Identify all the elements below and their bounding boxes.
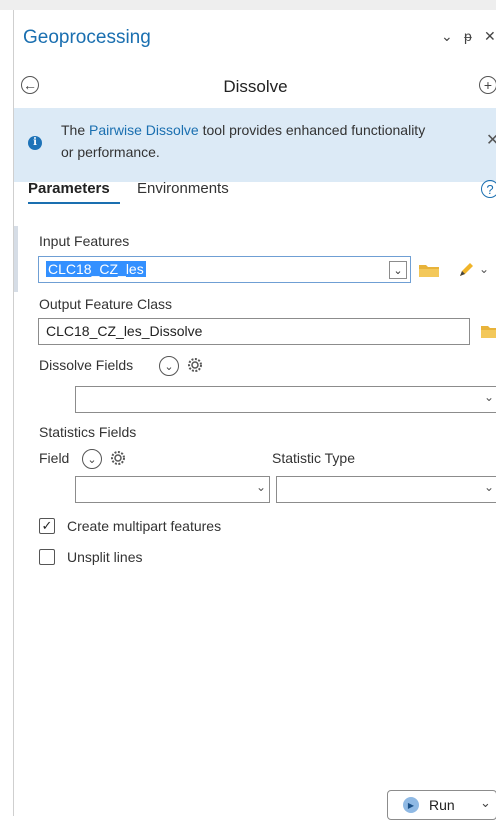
run-play-icon: ▶ xyxy=(403,797,419,813)
input-features-field[interactable]: CLC18_CZ_les xyxy=(38,256,411,283)
field-label: Field xyxy=(39,450,70,466)
pane-options-chevron-icon[interactable]: ⌄ xyxy=(441,28,453,45)
banner-text-before: The xyxy=(61,122,90,138)
play-glyph: ▶ xyxy=(407,800,415,810)
input-features-value: CLC18_CZ_les xyxy=(46,261,146,277)
field-select[interactable] xyxy=(75,476,270,503)
field-expand-button[interactable]: ⌄ xyxy=(82,449,102,469)
input-features-label: Input Features xyxy=(39,233,130,249)
dissolve-fields-gear-icon[interactable] xyxy=(185,355,205,375)
dissolve-fields-expand-button[interactable]: ⌄ xyxy=(159,356,179,376)
pairwise-dissolve-link[interactable]: Pairwise Dissolve xyxy=(89,122,199,138)
pencil-icon[interactable] xyxy=(457,261,475,279)
top-strip xyxy=(0,0,496,10)
pencil-menu-chevron-icon[interactable]: ⌄ xyxy=(479,262,489,276)
pin-icon[interactable]: ᵽ xyxy=(464,28,472,44)
tab-parameters[interactable]: Parameters xyxy=(28,180,110,197)
create-multipart-checkbox[interactable]: ✓ xyxy=(39,518,55,534)
chevron-down-icon: ⌄ xyxy=(164,360,174,373)
statistic-type-select[interactable] xyxy=(276,476,496,503)
statistics-fields-label: Statistics Fields xyxy=(39,424,137,440)
dissolve-fields-chevron-icon: ⌄ xyxy=(484,390,495,404)
active-parameter-indicator xyxy=(14,226,18,292)
info-icon: i xyxy=(28,136,42,150)
chevron-down-icon: ⌄ xyxy=(87,453,97,466)
field-gear-icon[interactable] xyxy=(108,448,128,468)
run-label: Run xyxy=(429,797,455,813)
dissolve-fields-label: Dissolve Fields xyxy=(39,357,134,373)
tab-environments[interactable]: Environments xyxy=(137,180,229,197)
run-dropdown-chevron-icon[interactable]: ⌄ xyxy=(480,795,491,811)
tool-name: Dissolve xyxy=(223,77,288,96)
field-select-chevron-icon: ⌄ xyxy=(256,480,267,494)
create-multipart-label: Create multipart features xyxy=(67,518,222,534)
geoprocessing-pane: Geoprocessing ⌄ ᵽ ✕ ← Dissolve + i The P… xyxy=(13,10,496,820)
statistic-type-chevron-icon: ⌄ xyxy=(484,480,495,494)
browse-folder-icon[interactable] xyxy=(419,263,439,277)
close-pane-icon[interactable]: ✕ xyxy=(484,28,496,45)
unsplit-lines-checkbox[interactable] xyxy=(39,549,55,565)
add-tool-button[interactable]: + xyxy=(479,76,496,94)
input-features-dropdown-button[interactable]: ⌄ xyxy=(389,261,407,279)
active-tab-indicator xyxy=(28,202,120,204)
chevron-down-icon: ⌄ xyxy=(393,264,403,277)
unsplit-lines-label: Unsplit lines xyxy=(67,549,143,565)
banner-message: The Pairwise Dissolve tool provides enha… xyxy=(61,119,441,163)
dissolve-fields-select[interactable] xyxy=(75,386,496,413)
output-browse-folder-icon[interactable] xyxy=(481,324,496,338)
statistic-type-label: Statistic Type xyxy=(272,450,356,466)
checkmark-icon: ✓ xyxy=(41,518,53,533)
help-icon[interactable]: ? xyxy=(481,180,496,198)
output-feature-class-field[interactable]: CLC18_CZ_les_Dissolve xyxy=(38,318,470,345)
info-banner: i The Pairwise Dissolve tool provides en… xyxy=(14,108,496,182)
plus-icon: + xyxy=(483,77,493,93)
output-feature-class-label: Output Feature Class xyxy=(39,296,173,312)
banner-close-icon[interactable]: ✕ xyxy=(486,130,496,150)
pane-title: Geoprocessing xyxy=(23,27,151,48)
